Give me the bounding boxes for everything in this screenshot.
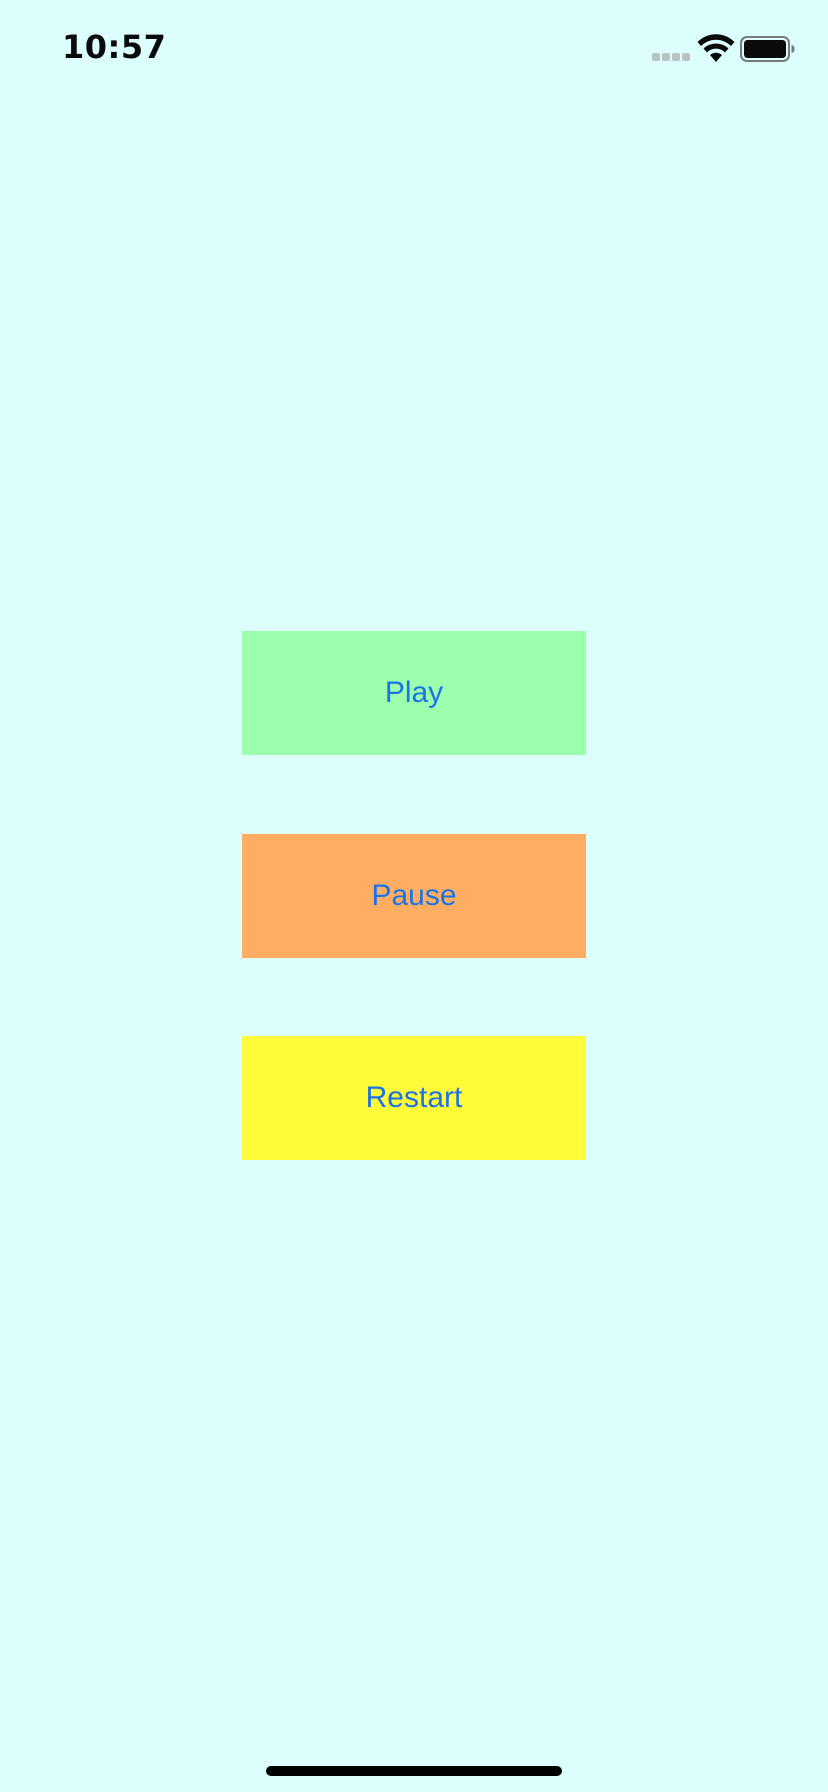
pause-button[interactable]: Pause xyxy=(242,834,586,958)
home-indicator[interactable] xyxy=(266,1766,562,1776)
status-bar: 10:57 xyxy=(0,0,828,100)
restart-button[interactable]: Restart xyxy=(242,1036,586,1160)
play-button[interactable]: Play xyxy=(242,631,586,755)
cellular-signal-icon xyxy=(652,53,690,61)
wifi-icon xyxy=(697,34,735,62)
battery-icon xyxy=(740,36,795,62)
status-time: 10:57 xyxy=(62,28,167,66)
